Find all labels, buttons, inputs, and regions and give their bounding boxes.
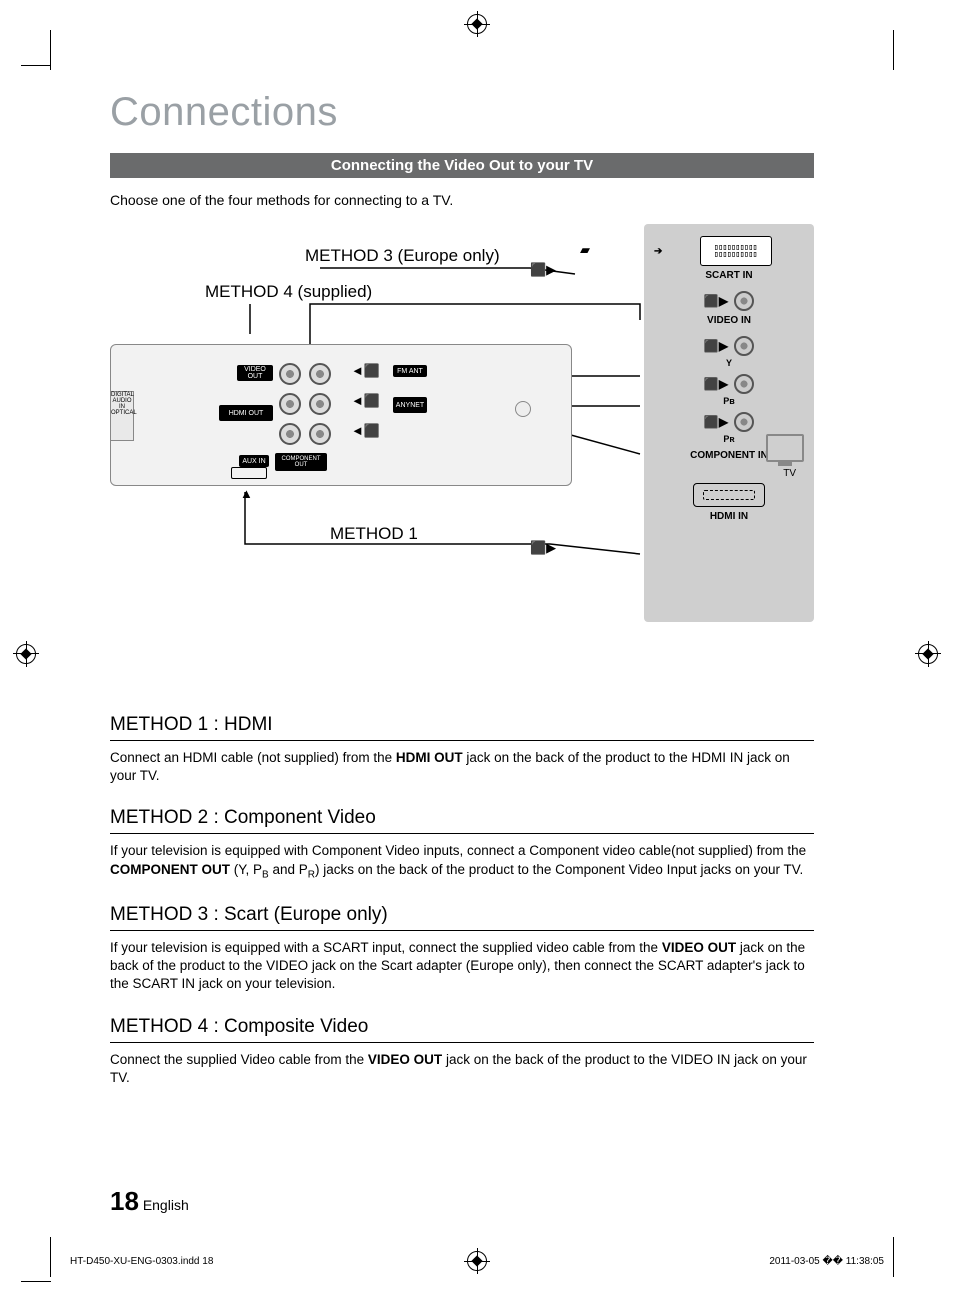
optical-label: OPTICAL bbox=[111, 410, 133, 416]
tv-icon bbox=[766, 434, 804, 462]
method-2-title: METHOD 2 : Component Video bbox=[110, 807, 814, 834]
registration-mark-icon bbox=[918, 644, 938, 664]
scart-port-icon: ▯▯▯▯▯▯▯▯▯▯ ▯▯▯▯▯▯▯▯▯▯ bbox=[700, 236, 772, 266]
page-number: 18 English bbox=[110, 1186, 189, 1217]
tv-input-panel: ➔ ▯▯▯▯▯▯▯▯▯▯ ▯▯▯▯▯▯▯▯▯▯ SCART IN ⬛▶ VIDE… bbox=[644, 224, 814, 622]
pb-label: Pʙ bbox=[654, 396, 804, 406]
optical-port: DIGITAL AUDIO IN OPTICAL bbox=[111, 391, 134, 441]
hdmi-in-label: HDMI IN bbox=[654, 511, 804, 522]
hdmi-out-label: HDMI OUT bbox=[219, 405, 273, 421]
content-area: Connections Connecting the Video Out to … bbox=[110, 90, 814, 1087]
scart-plug-icon: ▰ bbox=[580, 242, 590, 258]
methods-section: METHOD 1 : HDMI Connect an HDMI cable (n… bbox=[110, 714, 814, 1087]
method1-label: METHOD 1 bbox=[330, 524, 418, 544]
method-2-body: If your television is equipped with Comp… bbox=[110, 842, 814, 881]
digital-audio-label: DIGITAL AUDIO IN bbox=[111, 392, 133, 410]
plug-icon: ◄⬛ bbox=[351, 363, 380, 379]
fm-ant-label: FM ANT bbox=[393, 365, 427, 377]
page: Connections Connecting the Video Out to … bbox=[0, 0, 954, 1307]
method-3-title: METHOD 3 : Scart (Europe only) bbox=[110, 904, 814, 931]
rca-jack-icon bbox=[279, 423, 301, 445]
anynet-label: ANYNET bbox=[393, 397, 427, 413]
registration-mark-icon bbox=[467, 14, 487, 34]
crop-mark bbox=[50, 1237, 71, 1277]
crop-mark bbox=[873, 30, 894, 70]
method4-label: METHOD 4 (supplied) bbox=[205, 282, 372, 302]
component-out-label: COMPONENT OUT bbox=[275, 453, 327, 471]
screw-icon bbox=[515, 401, 531, 417]
plug-icon: ◄⬛ bbox=[351, 423, 380, 439]
method-3: METHOD 3 : Scart (Europe only) If your t… bbox=[110, 904, 814, 994]
print-footer: HT-D450-XU-ENG-0303.indd 18 2011-03-05 �… bbox=[70, 1256, 884, 1267]
connection-diagram: METHOD 3 (Europe only) METHOD 4 (supplie… bbox=[110, 224, 814, 624]
scart-in-label: SCART IN bbox=[654, 270, 804, 281]
aux-in-label: AUX IN bbox=[239, 455, 269, 467]
section-banner: Connecting the Video Out to your TV bbox=[110, 153, 814, 178]
device-back-panel: DIGITAL AUDIO IN OPTICAL VIDEO OUT HDMI … bbox=[110, 344, 572, 486]
method-4: METHOD 4 : Composite Video Connect the s… bbox=[110, 1016, 814, 1087]
rca-jack-icon bbox=[279, 393, 301, 415]
rca-jack-icon bbox=[734, 374, 754, 394]
plug-icon: ⬛▶ bbox=[530, 540, 556, 556]
rca-jack-icon bbox=[734, 412, 754, 432]
method-2: METHOD 2 : Component Video If your telev… bbox=[110, 807, 814, 881]
footer-timestamp: 2011-03-05 �� 11:38:05 bbox=[769, 1256, 884, 1267]
rca-jack-icon bbox=[309, 363, 331, 385]
hdmi-slot-icon bbox=[231, 467, 267, 479]
rca-jack-icon bbox=[309, 393, 331, 415]
plug-icon: ⬛▶ bbox=[704, 339, 728, 353]
intro-text: Choose one of the four methods for conne… bbox=[110, 192, 814, 208]
video-in-label: VIDEO IN bbox=[654, 315, 804, 326]
page-number-value: 18 bbox=[110, 1186, 139, 1216]
page-title: Connections bbox=[110, 90, 814, 135]
tv-label: TV bbox=[783, 468, 796, 479]
hdmi-port-icon bbox=[693, 483, 765, 507]
method3-label: METHOD 3 (Europe only) bbox=[305, 246, 500, 266]
footer-filename: HT-D450-XU-ENG-0303.indd 18 bbox=[70, 1256, 213, 1267]
method-3-body: If your television is equipped with a SC… bbox=[110, 939, 814, 994]
rca-jack-icon bbox=[279, 363, 301, 385]
method-4-body: Connect the supplied Video cable from th… bbox=[110, 1051, 814, 1087]
plug-icon: ⬛▶ bbox=[530, 262, 556, 278]
registration-mark-icon bbox=[16, 644, 36, 664]
method-1: METHOD 1 : HDMI Connect an HDMI cable (n… bbox=[110, 714, 814, 785]
rca-jack-icon bbox=[309, 423, 331, 445]
arrow-icon: ➔ bbox=[654, 246, 662, 257]
method-1-body: Connect an HDMI cable (not supplied) fro… bbox=[110, 749, 814, 785]
page-language: English bbox=[143, 1197, 189, 1213]
video-out-label: VIDEO OUT bbox=[237, 365, 273, 381]
plug-icon: ▲ bbox=[240, 486, 253, 501]
method-4-title: METHOD 4 : Composite Video bbox=[110, 1016, 814, 1043]
plug-icon: ⬛▶ bbox=[704, 377, 728, 391]
rca-jack-icon bbox=[734, 291, 754, 311]
y-label: Y bbox=[654, 358, 804, 368]
plug-icon: ⬛▶ bbox=[704, 294, 728, 308]
plug-icon: ◄⬛ bbox=[351, 393, 380, 409]
method-1-title: METHOD 1 : HDMI bbox=[110, 714, 814, 741]
crop-mark bbox=[50, 30, 71, 70]
plug-icon: ⬛▶ bbox=[704, 415, 728, 429]
rca-jack-icon bbox=[734, 336, 754, 356]
